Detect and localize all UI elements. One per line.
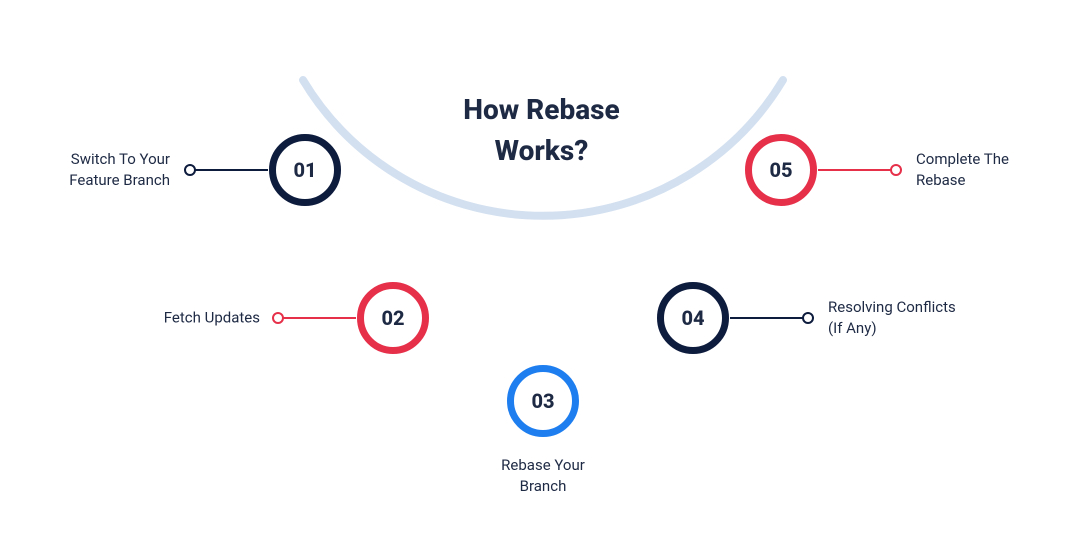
circle-icon: [357, 282, 429, 354]
circle-icon: [657, 282, 729, 354]
step-node-05: 05: [745, 134, 817, 206]
step-node-01: 01: [269, 134, 341, 206]
connector-dot-04: [802, 312, 814, 324]
circle-icon: [745, 134, 817, 206]
step-label-04: Resolving Conflicts (If Any): [828, 297, 1028, 339]
step-node-02: 02: [357, 282, 429, 354]
connector-01: [190, 169, 268, 171]
diagram-stage: How Rebase Works? 01 Switch To Your Feat…: [0, 0, 1083, 543]
label-line-1: Complete The: [916, 150, 1009, 168]
step-label-02: Fetch Updates: [60, 308, 260, 329]
label-line-2: (If Any): [828, 319, 877, 337]
label-line-1: Rebase Your: [501, 456, 585, 474]
connector-04: [730, 317, 808, 319]
label-line-1: Resolving Conflicts: [828, 298, 956, 316]
circle-icon: [507, 365, 579, 437]
label-line-2: Feature Branch: [69, 171, 170, 189]
connector-05: [818, 169, 896, 171]
step-node-03: 03: [507, 365, 579, 437]
circle-icon: [269, 134, 341, 206]
title-line-1: How Rebase: [463, 93, 619, 126]
step-label-01: Switch To Your Feature Branch: [0, 149, 170, 191]
connector-dot-01: [184, 164, 196, 176]
title-line-2: Works?: [495, 134, 589, 167]
label-line-1: Fetch Updates: [164, 309, 260, 327]
label-line-2: Branch: [520, 477, 567, 495]
label-line-1: Switch To Your: [71, 150, 170, 168]
step-label-03: Rebase Your Branch: [443, 455, 643, 497]
label-line-2: Rebase: [916, 171, 965, 189]
step-label-05: Complete The Rebase: [916, 149, 1083, 191]
step-node-04: 04: [657, 282, 729, 354]
connector-dot-02: [272, 312, 284, 324]
diagram-title: How Rebase Works?: [412, 90, 672, 171]
connector-02: [278, 317, 356, 319]
connector-dot-05: [890, 164, 902, 176]
